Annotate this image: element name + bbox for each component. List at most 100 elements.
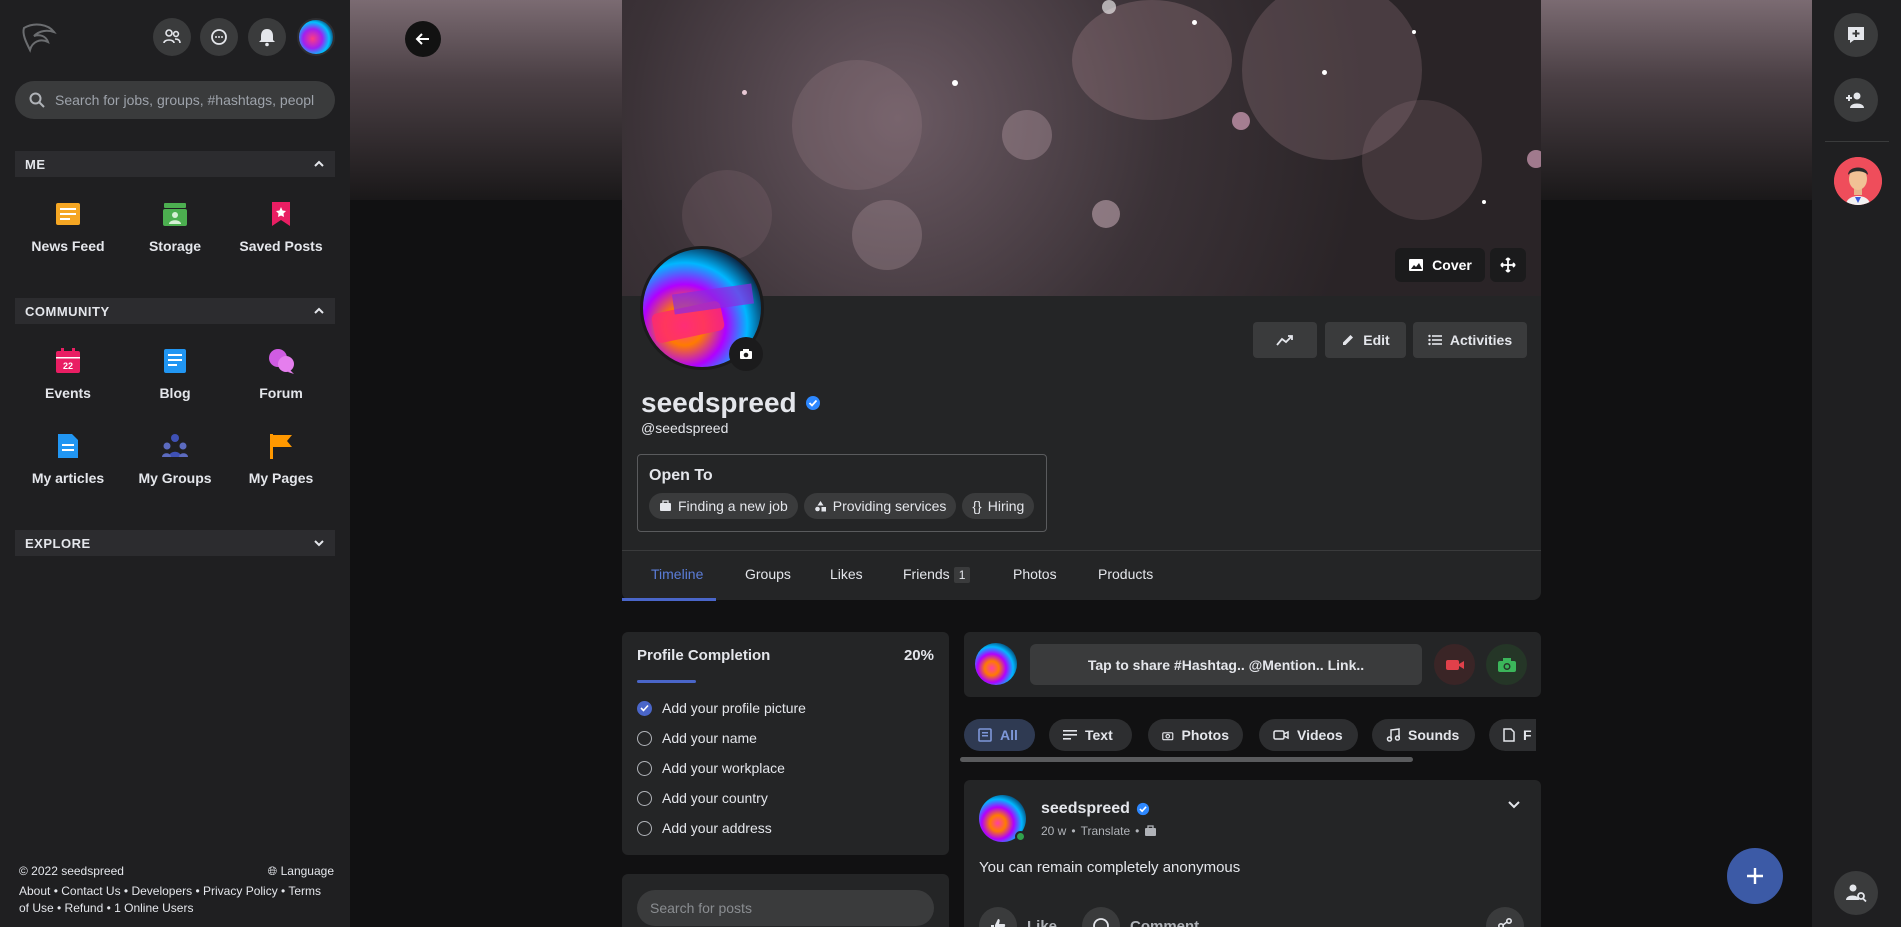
chip-finding-job[interactable]: Finding a new job [649, 493, 798, 519]
completion-item[interactable]: Add your name [637, 730, 757, 746]
thumbs-up-icon [979, 907, 1017, 927]
completion-item-label: Add your profile picture [662, 700, 806, 716]
sidebar-item-news-feed[interactable]: News Feed [15, 199, 121, 254]
sidebar-item-blog[interactable]: Blog [122, 346, 228, 401]
filter-label: Sounds [1408, 727, 1460, 743]
tab-friends[interactable]: Friends 1 [903, 566, 971, 583]
section-me-title: ME [25, 156, 46, 172]
cover-label: Cover [1432, 257, 1472, 273]
tab-timeline[interactable]: Timeline [651, 566, 703, 582]
site-logo[interactable] [18, 20, 62, 56]
change-avatar-button[interactable] [729, 337, 763, 371]
sidebar-item-label: Saved Posts [239, 238, 323, 254]
tab-products[interactable]: Products [1098, 566, 1153, 582]
language-label: Language [280, 864, 334, 878]
people-icon[interactable] [153, 18, 191, 56]
sidebar-item-my-articles[interactable]: My articles [15, 431, 121, 486]
back-button[interactable] [405, 21, 441, 57]
reposition-cover-button[interactable] [1490, 248, 1526, 282]
share-button[interactable] [1486, 907, 1524, 927]
sidebar-item-saved-posts[interactable]: Saved Posts [228, 199, 334, 254]
create-post-fab[interactable] [1727, 848, 1783, 904]
video-camera-icon [1445, 659, 1464, 670]
composer-input[interactable]: Tap to share #Hashtag.. @Mention.. Link.… [1030, 644, 1422, 685]
chevron-up-icon [314, 160, 324, 167]
profile-handle: @seedspreed [641, 420, 729, 436]
user-avatar[interactable] [297, 18, 335, 56]
verified-badge-icon [1136, 802, 1150, 816]
activities-button[interactable]: Activities [1413, 322, 1527, 358]
completion-item-label: Add your workplace [662, 760, 785, 776]
completion-progress-fill [637, 680, 697, 683]
image-icon [1409, 259, 1424, 271]
tab-likes[interactable]: Likes [830, 566, 863, 582]
sidebar-item-events[interactable]: 22 Events [15, 346, 121, 401]
comment-bubble-icon [1082, 907, 1120, 927]
chip-label: Providing services [832, 498, 947, 514]
meta-separator: • [1135, 824, 1140, 838]
sidebar-item-storage[interactable]: Storage [122, 199, 228, 254]
completion-item[interactable]: Add your workplace [637, 760, 785, 776]
tab-photos[interactable]: Photos [1013, 566, 1057, 582]
filters-scrollbar[interactable] [960, 757, 1413, 762]
camera-icon [740, 349, 752, 359]
search-input[interactable]: Search for jobs, groups, #hashtags, peop… [15, 81, 335, 119]
services-icon [814, 501, 826, 512]
top-bar [0, 16, 350, 56]
translate-link[interactable]: Translate [1081, 824, 1131, 838]
like-button[interactable]: Like [979, 907, 1057, 927]
sidebar-item-forum[interactable]: Forum [228, 346, 334, 401]
empty-circle-icon [637, 730, 652, 746]
filter-text[interactable]: Text [1049, 719, 1132, 751]
plus-icon [1747, 868, 1763, 884]
language-link[interactable]: 🌐︎ Language [268, 863, 334, 880]
completion-item[interactable]: Add your profile picture [637, 700, 806, 716]
sidebar-item-label: Storage [148, 238, 202, 254]
section-community-header[interactable]: COMMUNITY [15, 298, 335, 324]
contact-avatar[interactable] [1834, 157, 1882, 205]
filter-label: Videos [1297, 727, 1343, 743]
chip-providing-services[interactable]: Providing services [803, 493, 957, 519]
activities-label: Activities [1449, 332, 1513, 348]
live-video-button[interactable] [1434, 644, 1475, 685]
filter-files[interactable]: F [1489, 719, 1536, 751]
photo-upload-button[interactable] [1486, 644, 1527, 685]
posts-icon [978, 728, 992, 742]
notifications-bell-icon[interactable] [248, 18, 286, 56]
filter-all[interactable]: All [964, 719, 1035, 751]
stats-button[interactable] [1253, 322, 1317, 358]
section-explore-title: EXPLORE [25, 535, 91, 551]
sidebar-item-my-pages[interactable]: My Pages [228, 431, 334, 486]
sidebar-footer: © 2022 seedspreed 🌐︎ Language About • Co… [19, 863, 334, 917]
create-page-button[interactable] [1834, 13, 1878, 57]
friends-count-badge: 1 [953, 567, 971, 583]
completion-item-label: Add your name [662, 730, 757, 746]
completion-item-label: Add your country [662, 790, 768, 806]
footer-links[interactable]: About • Contact Us • Developers • Privac… [19, 883, 334, 900]
meta-separator: • [1071, 824, 1076, 838]
chevron-down-icon[interactable] [1507, 800, 1521, 809]
edit-profile-button[interactable]: Edit [1325, 322, 1406, 358]
post-time[interactable]: 20 w [1041, 824, 1066, 838]
section-explore-header[interactable]: EXPLORE [15, 530, 335, 556]
sidebar-item-label: Forum [259, 385, 303, 401]
filter-videos[interactable]: Videos [1259, 719, 1358, 751]
globe-icon: 🌐︎ [267, 864, 278, 878]
comment-button[interactable]: Comment [1082, 907, 1199, 927]
messages-icon[interactable] [200, 18, 238, 56]
svg-text:22: 22 [63, 361, 73, 371]
filter-sounds[interactable]: Sounds [1372, 719, 1475, 751]
cover-button[interactable]: Cover [1395, 248, 1485, 282]
completion-item[interactable]: Add your address [637, 820, 772, 836]
footer-links-continued[interactable]: of Use • Refund • 1 Online Users [19, 900, 334, 917]
chip-hiring[interactable]: {} Hiring [962, 493, 1035, 519]
find-people-button[interactable] [1834, 871, 1878, 915]
sidebar-item-my-groups[interactable]: My Groups [122, 431, 228, 486]
completion-item[interactable]: Add your country [637, 790, 768, 806]
filter-photos[interactable]: Photos [1148, 719, 1243, 751]
section-me-header[interactable]: ME [15, 151, 335, 177]
add-friend-button[interactable] [1834, 78, 1878, 122]
tab-groups[interactable]: Groups [745, 566, 791, 582]
post-author[interactable]: seedspreed [1041, 800, 1150, 818]
search-posts-input[interactable]: Search for posts [637, 890, 934, 926]
